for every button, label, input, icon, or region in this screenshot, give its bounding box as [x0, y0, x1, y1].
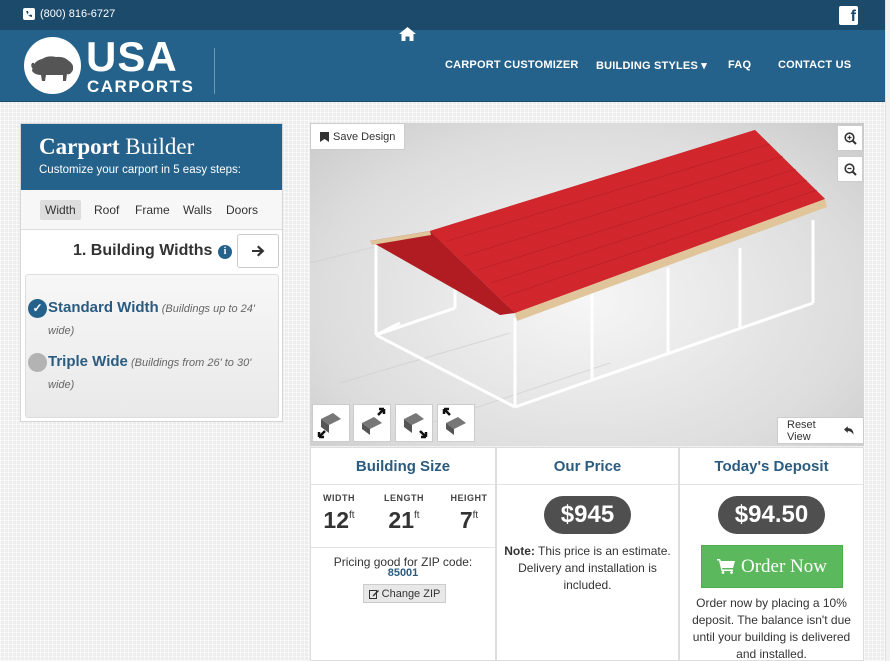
- reset-view-button[interactable]: Reset View: [777, 417, 864, 444]
- view-front-left-button[interactable]: [312, 404, 350, 442]
- view-top-right-button[interactable]: [437, 404, 475, 442]
- phone-text: (800) 816-6727: [40, 8, 116, 20]
- step-title: 1. Building Widths: [73, 242, 213, 259]
- arrow-right-icon: [251, 245, 264, 257]
- zip-code: 85001: [387, 567, 419, 579]
- zoom-out-icon: [843, 162, 857, 176]
- logo-divider: [214, 48, 215, 94]
- home-icon[interactable]: [399, 27, 416, 46]
- building-size-heading: Building Size: [311, 448, 495, 485]
- order-now-button[interactable]: Order Now: [701, 545, 843, 588]
- dimension-length: LENGTH 21ft: [384, 493, 424, 533]
- price-heading: Our Price: [497, 448, 678, 485]
- carport-view-icon: [442, 407, 466, 435]
- tab-frame[interactable]: Frame: [130, 200, 175, 220]
- price-note: Note: This price is an estimate. Deliver…: [504, 544, 671, 592]
- carport-view-icon: [404, 413, 428, 439]
- facebook-icon[interactable]: f: [839, 6, 858, 25]
- step-header: 1. Building Widths i: [21, 231, 282, 271]
- logo-usa-text: USA: [86, 33, 178, 80]
- view-top-left-button[interactable]: [353, 404, 391, 442]
- zip-pricing-text: Pricing good for ZIP code:: [311, 547, 495, 569]
- carport-model: [310, 130, 827, 424]
- tab-width[interactable]: Width: [40, 200, 81, 220]
- building-size-box: Building Size WIDTH 12ft LENGTH 21ft HEI…: [310, 447, 496, 661]
- carport-3d-viewer[interactable]: Save Design Reset View: [310, 123, 864, 446]
- edit-icon: [368, 589, 379, 599]
- option-standard-width[interactable]: ✓ Standard Width (Buildings up to 24' wi…: [28, 297, 268, 342]
- zoom-in-button[interactable]: [837, 125, 863, 151]
- change-zip-button[interactable]: Change ZIP: [363, 584, 446, 603]
- builder-tabs: Width Roof Frame Walls Doors: [21, 190, 282, 230]
- nav-faq[interactable]: FAQ: [728, 59, 751, 71]
- undo-icon: [843, 426, 854, 435]
- nav-carport-customizer[interactable]: CARPORT CUSTOMIZER: [445, 59, 579, 71]
- cart-icon: [716, 559, 735, 574]
- view-front-right-button[interactable]: [395, 404, 433, 442]
- tab-walls[interactable]: Walls: [178, 200, 217, 220]
- option-triple-wide[interactable]: Triple Wide (Buildings from 26' to 30' w…: [28, 351, 268, 396]
- carport-view-icon: [362, 407, 386, 435]
- check-circle-icon: ✓: [28, 299, 47, 318]
- site-logo[interactable]: USA CARPORTS: [24, 33, 214, 96]
- info-icon[interactable]: i: [218, 245, 232, 259]
- carport-builder-panel: Carport Builder Customize your carport i…: [20, 123, 283, 422]
- phone-icon: [23, 8, 35, 20]
- tab-roof[interactable]: Roof: [89, 200, 124, 220]
- dimension-height: HEIGHT 7ft: [450, 493, 488, 533]
- builder-subtitle: Customize your carport in 5 easy steps:: [39, 164, 241, 176]
- bookmark-icon: [320, 131, 329, 142]
- scrollbar[interactable]: [885, 0, 890, 661]
- carport-view-icon: [317, 413, 341, 439]
- top-bar: (800) 816-6727 f: [0, 0, 890, 30]
- deposit-note: Order now by placing a 10% deposit. The …: [692, 596, 851, 661]
- logo-carports-text: CARPORTS: [87, 77, 195, 96]
- nav-contact-us[interactable]: CONTACT US: [778, 59, 851, 71]
- width-options: ✓ Standard Width (Buildings up to 24' wi…: [25, 274, 279, 418]
- bison-icon: [24, 37, 81, 94]
- builder-header: Carport Builder Customize your carport i…: [21, 124, 282, 190]
- nav-building-styles[interactable]: BUILDING STYLES ▾: [596, 59, 707, 72]
- zoom-in-icon: [843, 131, 857, 145]
- save-design-button[interactable]: Save Design: [310, 123, 406, 150]
- price-amount: $945: [544, 496, 631, 534]
- price-box: Our Price $945 Note: This price is an es…: [496, 447, 679, 661]
- phone-number[interactable]: (800) 816-6727: [23, 8, 115, 20]
- deposit-amount: $94.50: [718, 496, 825, 534]
- builder-title: Carport Builder: [39, 134, 195, 159]
- dimension-width: WIDTH 12ft: [323, 493, 355, 533]
- next-step-button[interactable]: [237, 234, 279, 268]
- deposit-heading: Today's Deposit: [680, 448, 863, 485]
- tab-doors[interactable]: Doors: [221, 200, 263, 220]
- zoom-out-button[interactable]: [837, 156, 863, 182]
- deposit-box: Today's Deposit $94.50 Order Now Order n…: [679, 447, 864, 661]
- radio-empty-icon: [28, 353, 47, 372]
